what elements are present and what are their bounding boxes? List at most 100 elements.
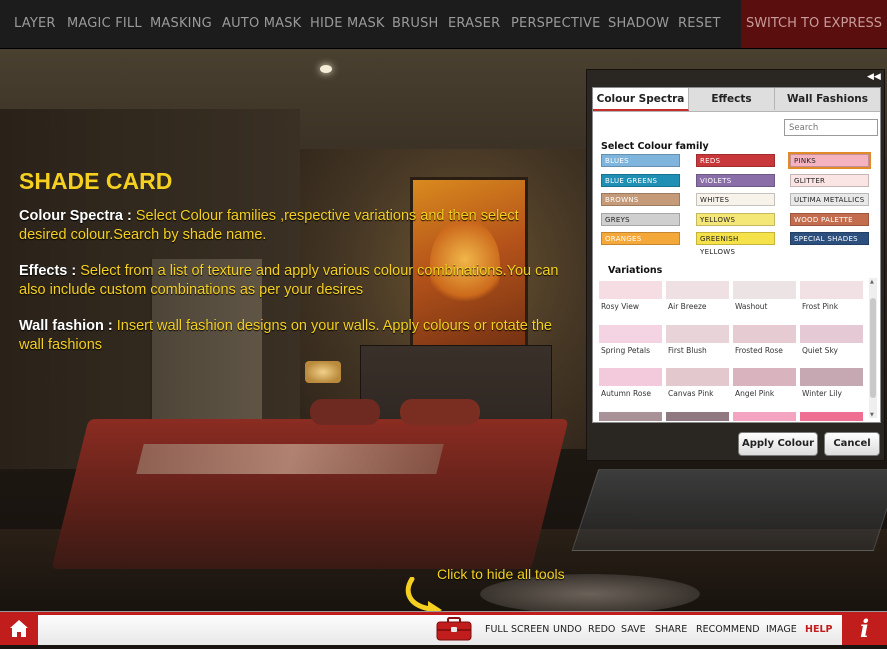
full-screen-button[interactable]: FULL SCREEN	[485, 624, 549, 635]
colour-family-greys[interactable]: GREYS	[601, 212, 680, 226]
colour-family-glitter[interactable]: GLITTER	[790, 173, 869, 187]
glass-table	[571, 469, 887, 551]
variation-swatch[interactable]: Washout	[733, 281, 796, 319]
swatch-color	[666, 324, 729, 343]
colour-family-pinks[interactable]: PINKS	[788, 152, 871, 169]
share-button[interactable]: SHARE	[655, 624, 687, 635]
effects-description: Effects : Select from a list of texture …	[19, 262, 569, 300]
variation-swatch[interactable]: Quiet Sky	[800, 324, 863, 363]
colour-family-ultima-metallics[interactable]: ULTIMA METALLICS	[790, 193, 869, 206]
tab-wall-fashions[interactable]: Wall Fashions	[775, 88, 880, 110]
colour-spectra-description: Colour Spectra : Select Colour families …	[19, 207, 569, 245]
variation-swatch[interactable]: Spring Petals	[599, 324, 662, 363]
tool-brush[interactable]: BRUSH	[392, 16, 439, 31]
scroll-up-icon[interactable]: ▲	[870, 279, 874, 285]
colour-family-blues[interactable]: BLUES	[601, 154, 680, 167]
ceiling-light	[320, 65, 332, 73]
colour-panel-body: Colour Spectra Effects Wall Fashions Sel…	[592, 87, 881, 423]
variation-swatch[interactable]	[666, 411, 729, 421]
top-toolbar: LAYER MAGIC FILL MASKING AUTO MASK HIDE …	[0, 0, 887, 49]
effects-text: Select from a list of texture and apply …	[19, 263, 559, 298]
tool-shadow[interactable]: SHADOW	[608, 16, 669, 31]
variation-swatch[interactable]: Canvas Pink	[666, 368, 729, 406]
image-button[interactable]: IMAGE	[766, 624, 797, 635]
recommend-button[interactable]: RECOMMEND	[696, 624, 760, 635]
variation-swatch[interactable]: Autumn Rose	[599, 368, 662, 406]
swatch-color	[800, 368, 863, 386]
help-button[interactable]: HELP	[805, 624, 832, 635]
tab-colour-spectra[interactable]: Colour Spectra	[593, 88, 689, 111]
bed	[51, 419, 569, 569]
swatch-name: Quiet Sky	[802, 345, 838, 355]
swatch-color	[666, 368, 729, 386]
cancel-button[interactable]: Cancel	[824, 432, 880, 456]
swatch-color	[733, 411, 796, 421]
variation-swatch[interactable]	[733, 411, 796, 421]
tab-effects[interactable]: Effects	[689, 88, 775, 110]
swatch-name: Winter Lily	[802, 389, 842, 398]
swatch-name: Canvas Pink	[668, 389, 714, 398]
colour-family-oranges[interactable]: ORANGES	[601, 232, 680, 245]
swatch-name: Spring Petals	[601, 345, 650, 355]
variations-grid: Rosy View Air Breeze Washout Frost Pink Spri…	[599, 281, 865, 421]
colour-family-blue-greens[interactable]: BLUE GREENS	[601, 173, 680, 187]
search-input[interactable]	[784, 119, 878, 136]
scroll-down-icon[interactable]: ▼	[870, 412, 874, 418]
switch-to-express-button[interactable]: SWITCH TO EXPRESS	[741, 0, 887, 48]
swatch-color	[599, 324, 662, 343]
tool-reset[interactable]: RESET	[678, 16, 721, 31]
tool-perspective[interactable]: PERSPECTIVE	[511, 16, 601, 31]
variation-swatch[interactable]: First Blush	[666, 324, 729, 363]
panel-tabs: Colour Spectra Effects Wall Fashions	[593, 88, 880, 112]
swatch-name: Washout	[735, 302, 768, 311]
colour-family-whites[interactable]: WHITES	[696, 193, 775, 206]
tool-magic-fill[interactable]: MAGIC FILL	[67, 16, 142, 31]
wall-fashion-description: Wall fashion : Insert wall fashion desig…	[19, 317, 569, 355]
swatch-color	[733, 368, 796, 386]
bottom-accent-bar	[38, 612, 842, 615]
colour-family-reds[interactable]: REDS	[696, 154, 775, 167]
variation-swatch[interactable]: Frosted Rose	[733, 324, 796, 363]
undo-button[interactable]: UNDO	[553, 624, 582, 635]
variations-title: Variations	[608, 265, 663, 276]
info-button[interactable]: i	[842, 612, 887, 645]
pillow	[400, 399, 480, 425]
tool-layer[interactable]: LAYER	[14, 16, 56, 31]
variation-swatch[interactable]	[800, 411, 863, 421]
apply-colour-button[interactable]: Apply Colour	[738, 432, 818, 456]
variation-swatch[interactable]: Frost Pink	[800, 281, 863, 319]
variation-swatch[interactable]: Winter Lily	[800, 368, 863, 406]
colour-family-yellows[interactable]: YELLOWS	[696, 212, 775, 226]
swatch-name: Frost Pink	[802, 302, 839, 311]
swatch-color	[733, 324, 796, 343]
swatch-color	[800, 411, 863, 421]
colour-family-special-shades[interactable]: SPECIAL SHADES	[790, 232, 869, 245]
colour-family-violets[interactable]: VIOLETS	[696, 173, 775, 187]
toolbox-icon[interactable]	[436, 617, 472, 641]
variation-swatch[interactable]: Rosy View	[599, 281, 662, 319]
colour-family-greenish-yellows[interactable]: GREENISH YELLOWS	[696, 232, 775, 256]
scrollbar-thumb[interactable]	[870, 298, 876, 398]
tool-eraser[interactable]: ERASER	[448, 16, 500, 31]
tool-hide-mask[interactable]: HIDE MASK	[310, 16, 385, 31]
colour-family-browns[interactable]: BROWNS	[601, 193, 680, 206]
swatch-color	[599, 411, 662, 421]
tool-auto-mask[interactable]: AUTO MASK	[222, 16, 301, 31]
swatch-name: Frosted Rose	[735, 345, 783, 355]
swatch-color	[666, 411, 729, 421]
variation-swatch[interactable]: Angel Pink	[733, 368, 796, 406]
tool-masking[interactable]: MASKING	[150, 16, 212, 31]
redo-button[interactable]: REDO	[588, 624, 615, 635]
colour-spectra-label: Colour Spectra :	[19, 208, 132, 224]
home-button[interactable]	[0, 612, 38, 645]
double-left-chevron-icon[interactable]: ◀◀	[867, 72, 881, 82]
swatch-name: Autumn Rose	[601, 389, 652, 398]
variation-swatch[interactable]	[599, 411, 662, 421]
variation-swatch[interactable]: Air Breeze	[666, 281, 729, 319]
wall-fashion-label: Wall fashion :	[19, 318, 113, 334]
save-button[interactable]: SAVE	[621, 624, 646, 635]
swatch-color	[666, 281, 729, 299]
effects-label: Effects :	[19, 263, 77, 279]
hide-tools-hint: Click to hide all tools	[437, 566, 565, 582]
colour-family-wood-palette[interactable]: WOOD PALETTE	[790, 212, 869, 226]
